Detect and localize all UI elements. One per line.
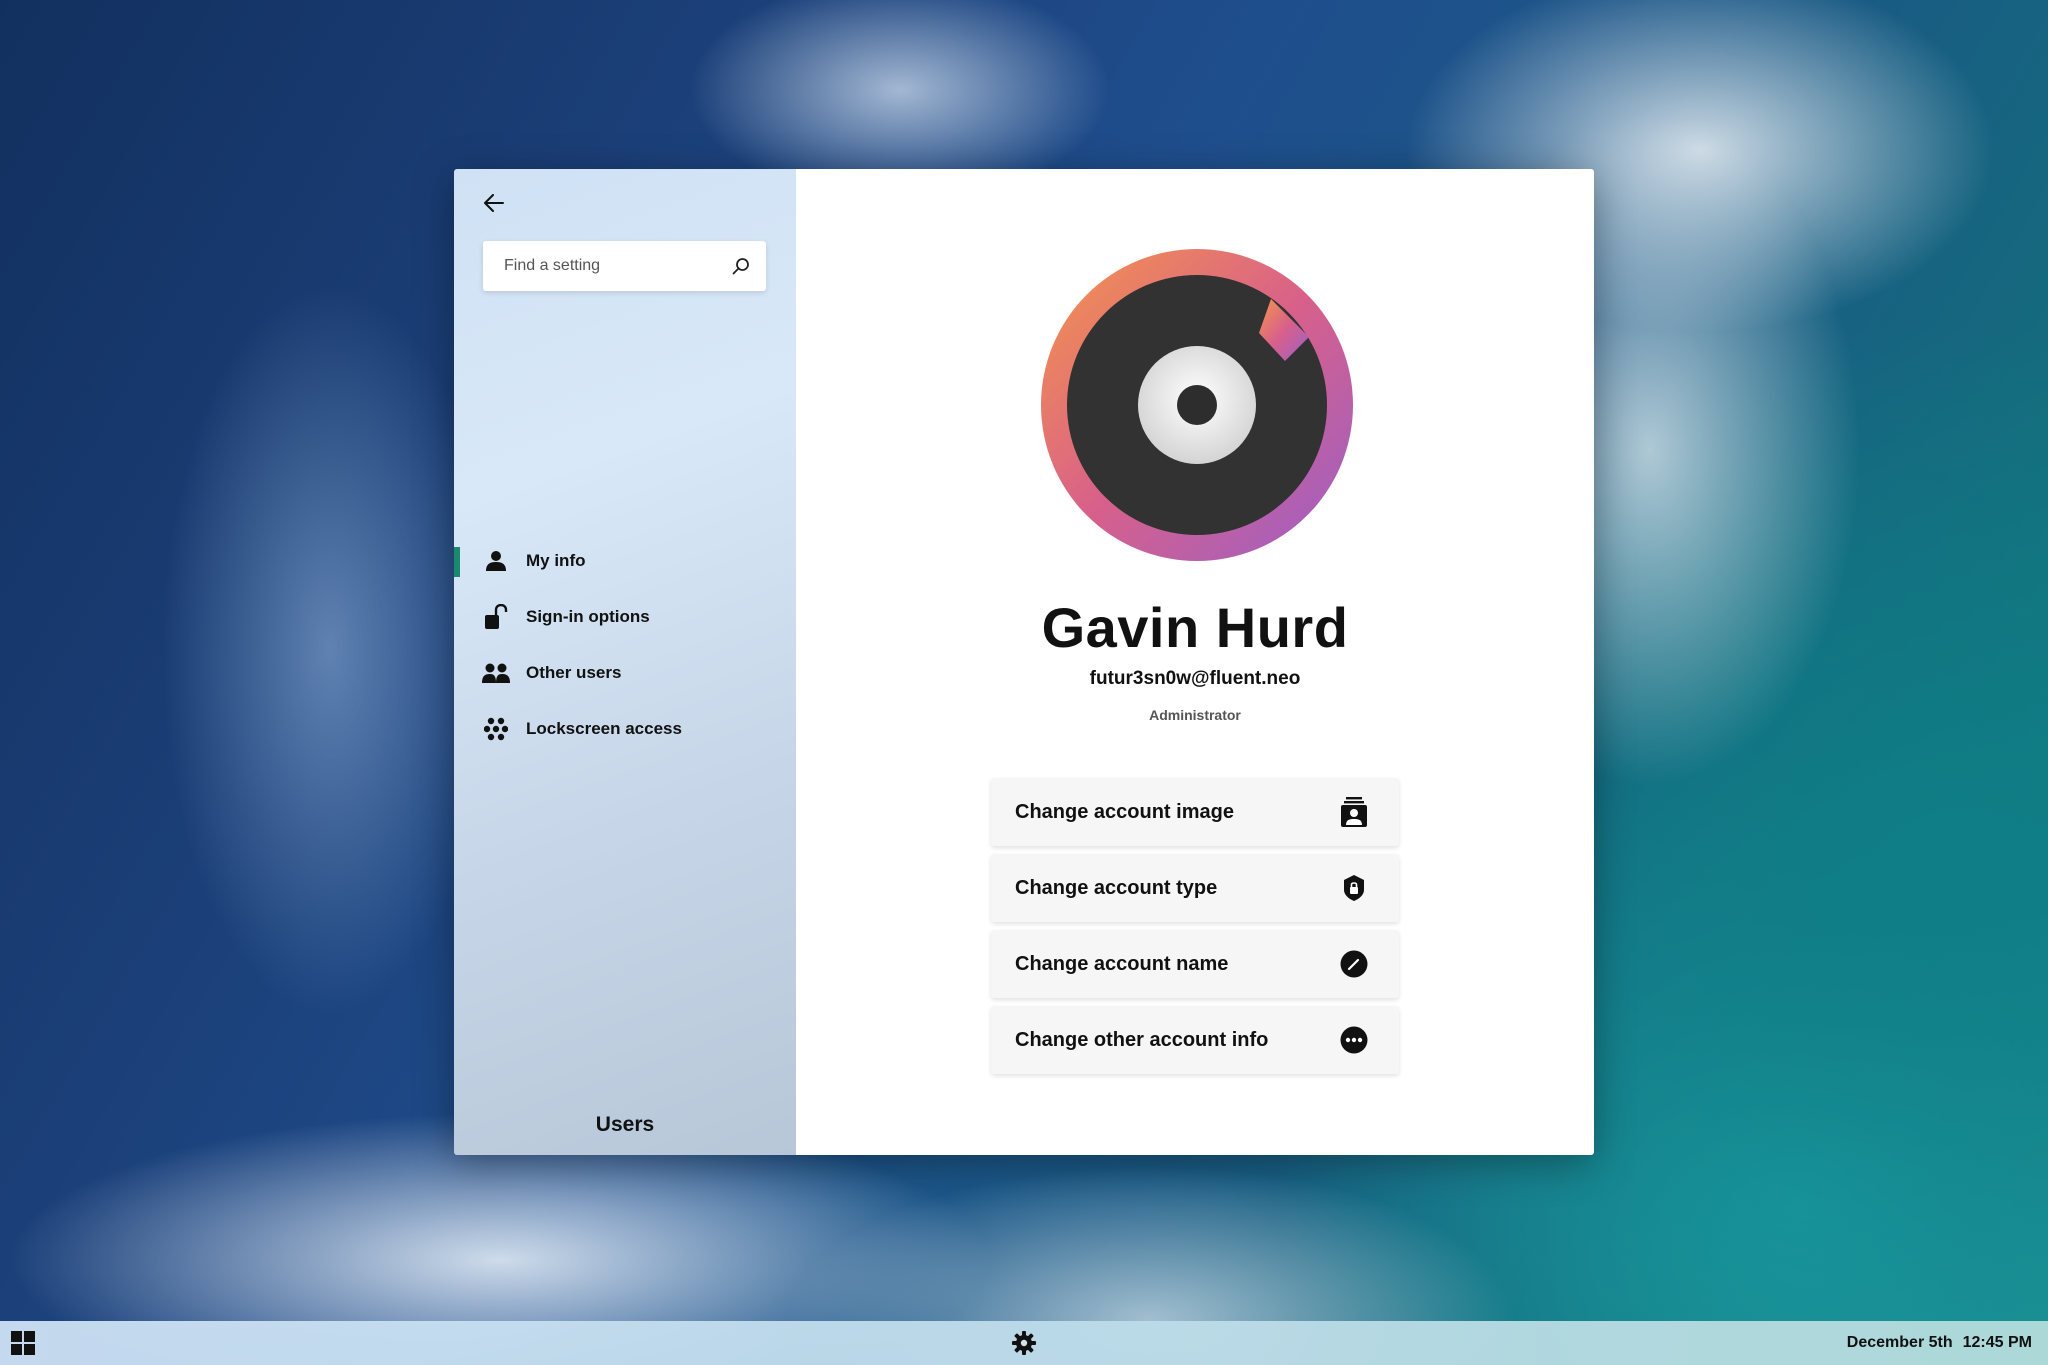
taskbar-clock[interactable]: December 5th 12:45 PM <box>1847 1321 2032 1365</box>
taskbar: December 5th 12:45 PM <box>0 1321 2048 1365</box>
user-email: futur3sn0w@fluent.neo <box>1089 668 1301 689</box>
action-label: Change account name <box>1015 952 1229 975</box>
sidebar-item-lockscreen-access[interactable]: Lockscreen access <box>454 701 796 757</box>
settings-window: My info Sign-in options <box>454 169 1594 1155</box>
change-other-account-info-button[interactable]: Change other account info <box>991 1006 1399 1074</box>
back-arrow-icon <box>484 194 504 212</box>
edit-circle-icon <box>1339 949 1369 979</box>
search-input[interactable] <box>504 257 730 275</box>
account-actions: Change account image Change account type <box>991 778 1399 1082</box>
change-account-type-button[interactable]: Change account type <box>991 854 1399 922</box>
change-account-name-button[interactable]: Change account name <box>991 930 1399 998</box>
action-label: Change account image <box>1015 800 1234 823</box>
dots-cluster-icon <box>482 715 510 743</box>
more-circle-icon <box>1339 1025 1369 1055</box>
start-button[interactable] <box>9 1329 37 1357</box>
windows-logo-icon <box>11 1331 35 1355</box>
contact-card-icon <box>1339 797 1369 827</box>
user-name: Gavin Hurd <box>1041 596 1349 659</box>
sidebar-item-label: My info <box>526 551 586 570</box>
sidebar-item-other-users[interactable]: Other users <box>454 645 796 701</box>
sidebar-item-label: Other users <box>526 663 622 682</box>
search-icon[interactable] <box>730 255 752 277</box>
action-label: Change other account info <box>1015 1028 1269 1051</box>
sidebar-item-label: Sign-in options <box>526 607 650 626</box>
search-box[interactable] <box>483 241 766 291</box>
user-role: Administrator <box>1149 707 1241 723</box>
sidebar: My info Sign-in options <box>454 169 796 1155</box>
person-icon <box>482 547 510 575</box>
sidebar-item-sign-in-options[interactable]: Sign-in options <box>454 589 796 645</box>
settings-taskbar-button[interactable] <box>1010 1329 1038 1357</box>
back-button[interactable] <box>476 185 512 221</box>
people-icon <box>482 659 510 687</box>
main-content: Gavin Hurd futur3sn0w@fluent.neo Adminis… <box>796 169 1594 1155</box>
sidebar-item-label: Lockscreen access <box>526 719 682 738</box>
page-title: Users <box>595 1113 655 1136</box>
taskbar-date: December 5th <box>1846 1334 1953 1351</box>
unlock-icon <box>482 603 510 631</box>
action-label: Change account type <box>1015 876 1218 899</box>
taskbar-time: 12:45 PM <box>1962 1334 2032 1351</box>
change-account-image-button[interactable]: Change account image <box>991 778 1399 846</box>
shield-lock-icon <box>1339 873 1369 903</box>
avatar[interactable] <box>1039 247 1355 563</box>
gear-icon <box>1012 1331 1036 1355</box>
sidebar-item-my-info[interactable]: My info <box>454 533 796 589</box>
sidebar-nav: My info Sign-in options Other users Lock… <box>454 533 796 757</box>
